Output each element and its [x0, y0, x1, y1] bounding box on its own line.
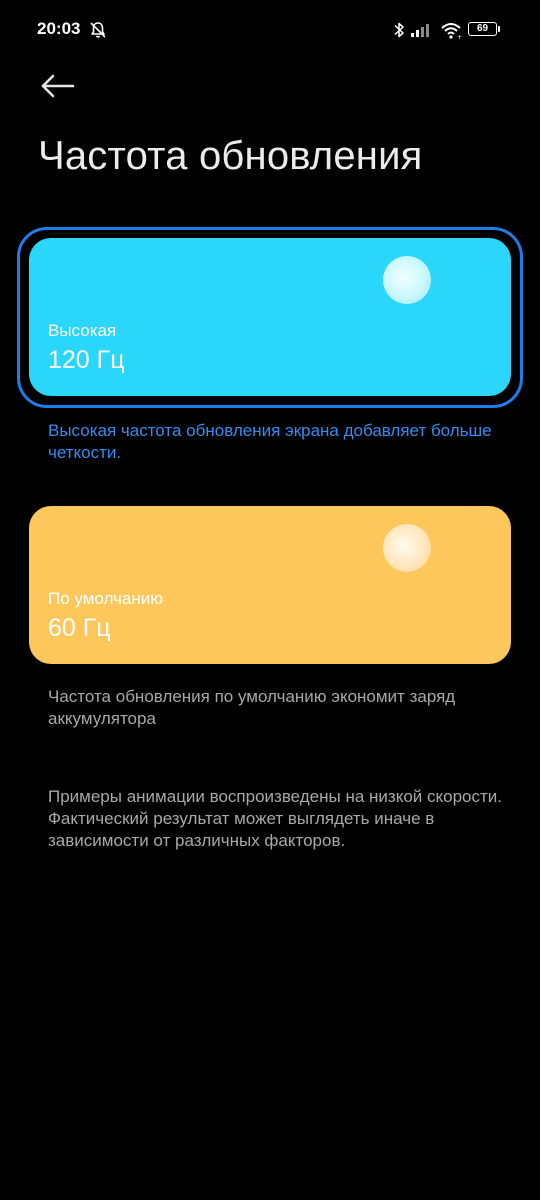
back-button[interactable] — [36, 68, 80, 104]
refresh-rate-screen: 20:03 + 69 Частота обновления Высокая 12… — [0, 0, 540, 1200]
svg-text:+: + — [457, 34, 462, 40]
option-default-refresh-rate[interactable]: По умолчанию 60 Гц — [29, 506, 511, 664]
animation-ball — [383, 256, 431, 304]
wifi-icon: + — [440, 20, 464, 41]
option-label: Высокая — [48, 321, 117, 340]
option-description: Частота обновления по умолчанию экономит… — [48, 687, 456, 728]
status-bar: 20:03 + 69 — [0, 0, 540, 60]
battery-tip — [498, 26, 500, 32]
arrow-left-icon — [36, 74, 80, 108]
option-value: 120 Гц — [48, 346, 125, 374]
bell-off-icon — [88, 20, 108, 40]
bluetooth-icon — [393, 20, 405, 40]
signal-icon — [410, 20, 434, 40]
option-label: По умолчанию — [48, 589, 163, 608]
animation-disclaimer: Примеры анимации воспроизведены на низко… — [48, 787, 503, 850]
page-title: Частота обновления — [38, 134, 423, 178]
option-high-refresh-rate[interactable]: Высокая 120 Гц — [29, 238, 511, 396]
battery-level: 69 — [468, 22, 497, 36]
option-value: 60 Гц — [48, 614, 111, 642]
status-time: 20:03 — [37, 19, 81, 38]
animation-ball — [383, 524, 431, 572]
option-description: Высокая частота обновления экрана добавл… — [48, 421, 492, 462]
